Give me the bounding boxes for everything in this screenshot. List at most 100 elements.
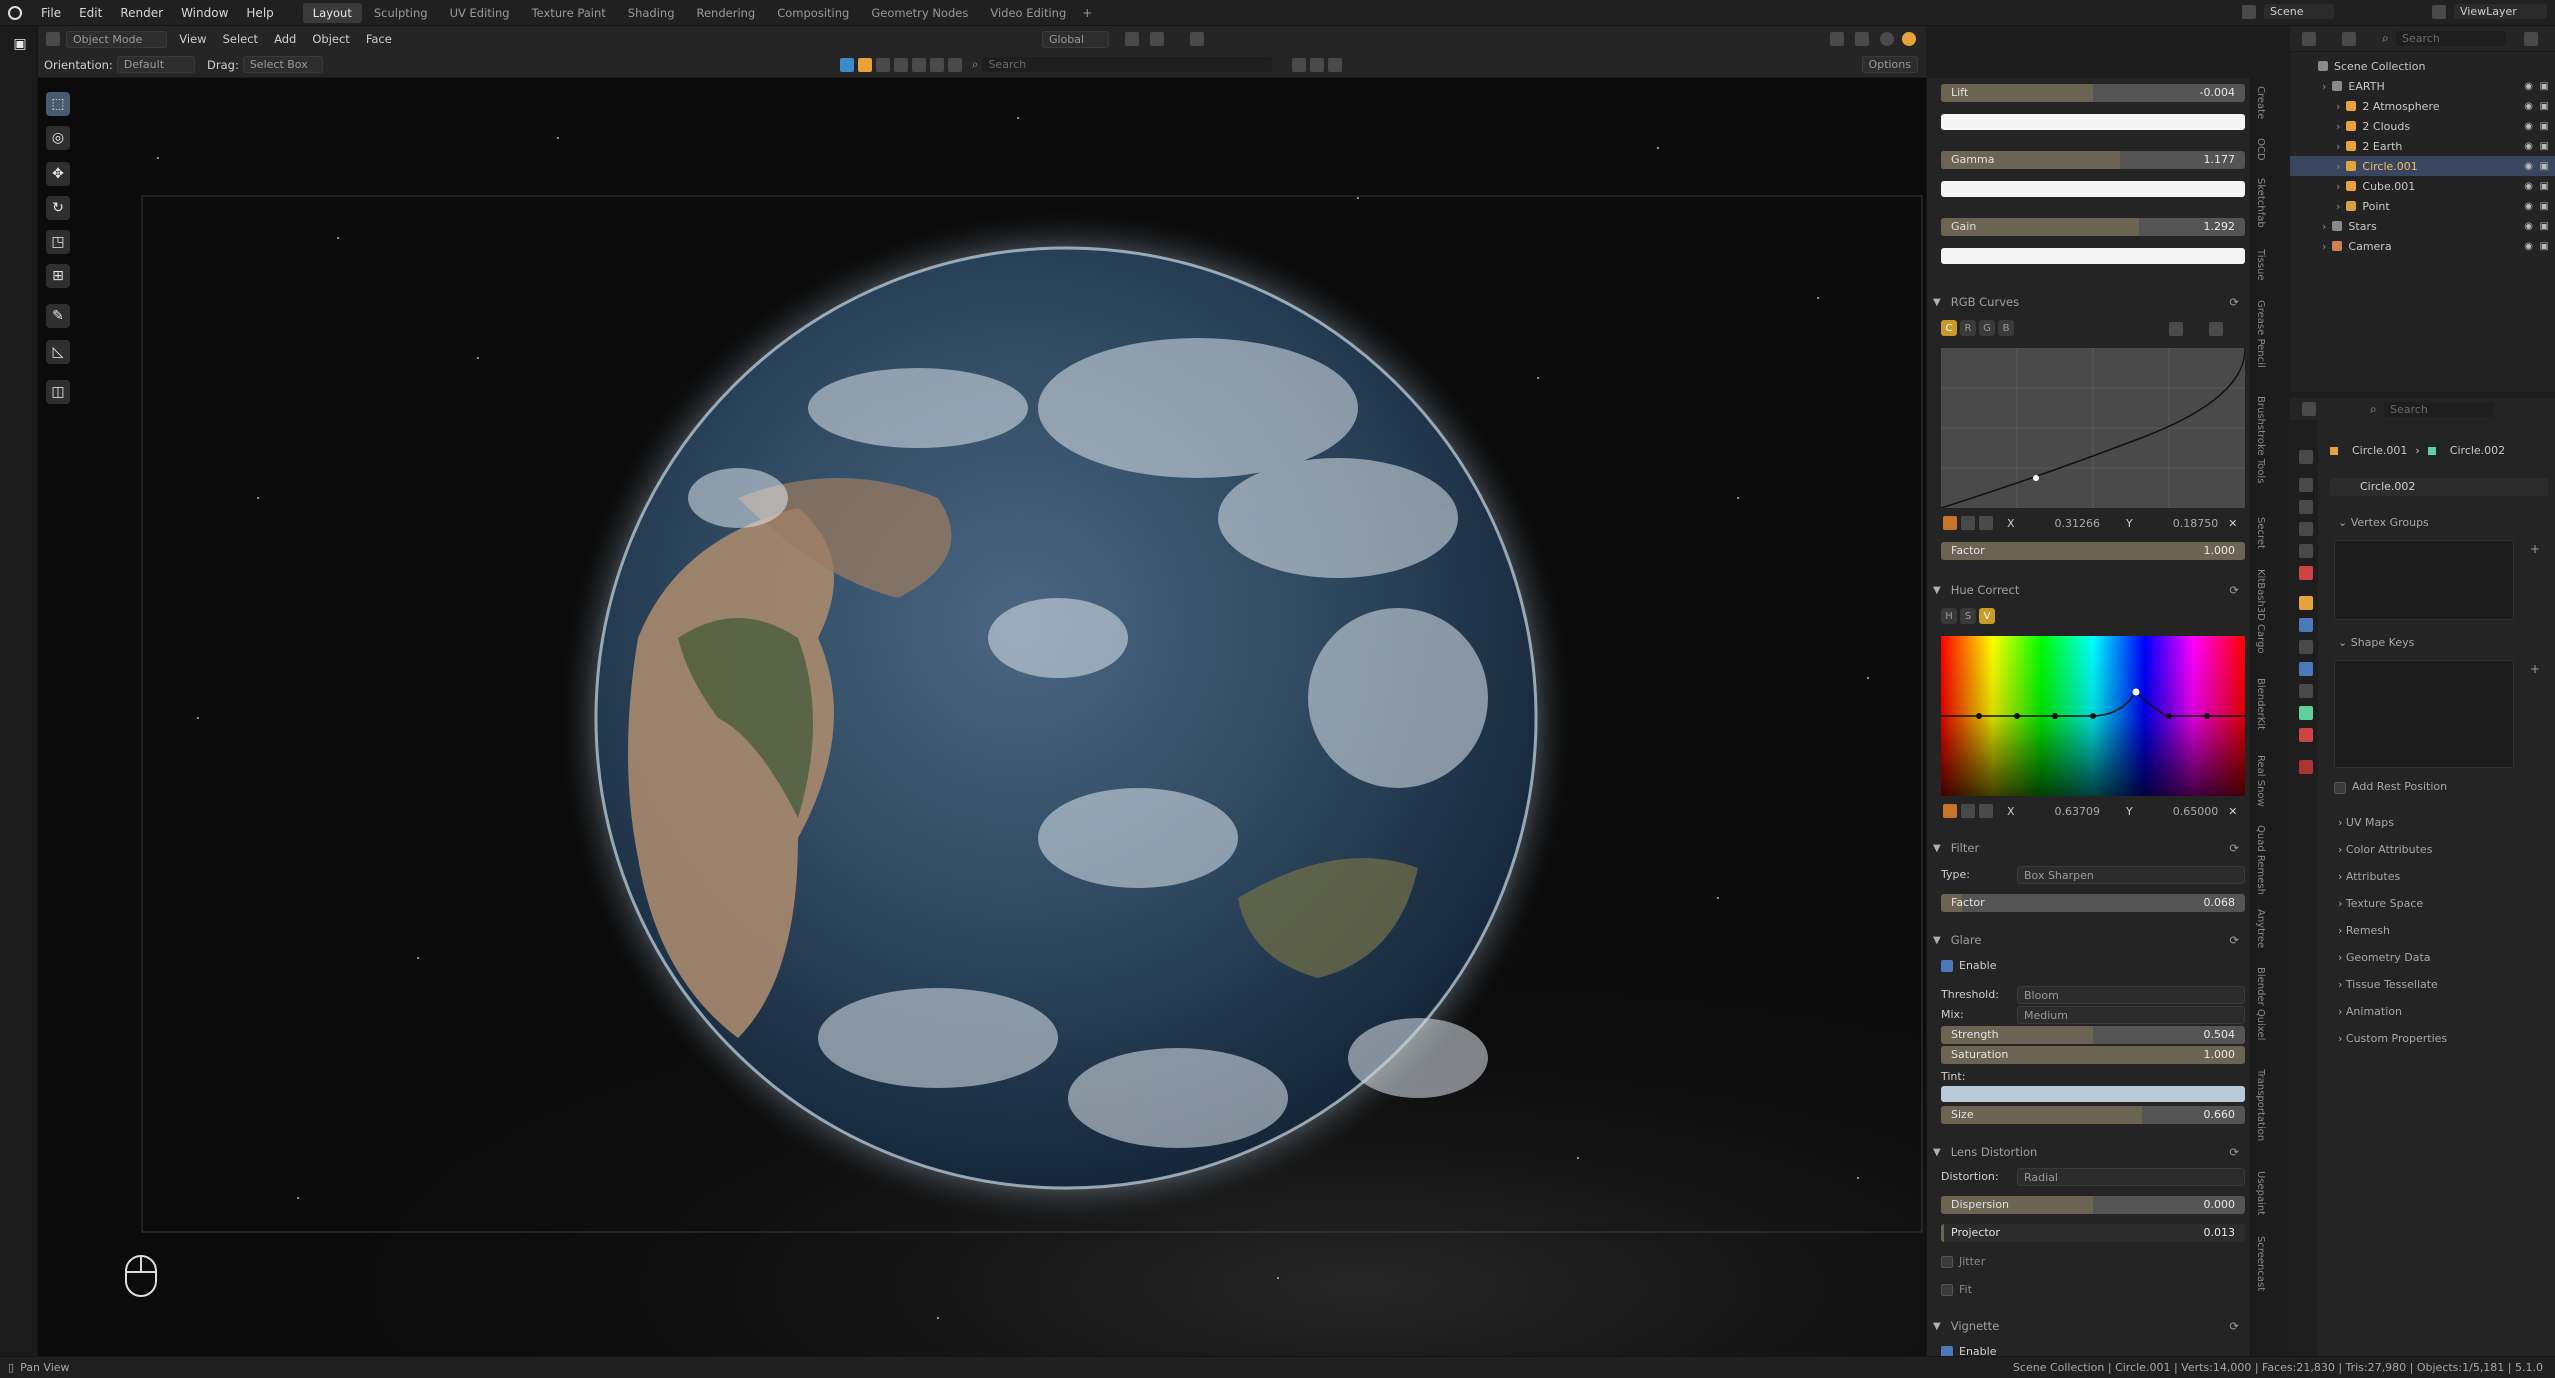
filter-icon[interactable]: [876, 57, 890, 72]
view-layer-tab-icon[interactable]: [2299, 522, 2313, 536]
jitter-checkbox[interactable]: [1941, 1256, 1953, 1268]
property-section-header[interactable]: › Animation: [2338, 1005, 2402, 1018]
channel-button[interactable]: S: [1960, 608, 1976, 624]
filter-type-dropdown[interactable]: Box Sharpen: [2017, 866, 2245, 884]
menu-render[interactable]: Render: [111, 6, 172, 20]
channel-button[interactable]: G: [1979, 320, 1995, 336]
physics-tab-icon[interactable]: [2299, 662, 2313, 676]
filter-header[interactable]: ▼ Filter ⟳: [1933, 838, 2245, 858]
outliner-row[interactable]: › 2 Earth ◉ ▣: [2290, 136, 2555, 156]
channel-button[interactable]: B: [1998, 320, 2014, 336]
handle-auto-clamped-icon[interactable]: [1979, 516, 1993, 530]
workspace-tab[interactable]: UV Editing: [440, 3, 520, 23]
xray-icon[interactable]: [1855, 32, 1869, 46]
output-tab-icon[interactable]: [2299, 500, 2313, 514]
workspace-tab[interactable]: Compositing: [767, 3, 859, 23]
proportional-edit-icon[interactable]: [1190, 32, 1204, 46]
move-tool[interactable]: ✥: [46, 162, 70, 186]
property-section-header[interactable]: › UV Maps: [2338, 816, 2394, 829]
sidebar-tab[interactable]: KitBash3D Cargo: [2255, 569, 2266, 654]
add-rest-position-checkbox[interactable]: [2334, 782, 2346, 794]
viewport-overlay-icon[interactable]: [1830, 32, 1844, 46]
drag-dropdown[interactable]: Select Box: [242, 56, 323, 73]
property-section-header[interactable]: › Attributes: [2338, 870, 2400, 883]
mode-dropdown[interactable]: Object Mode: [66, 30, 168, 48]
camera-render-icon[interactable]: ▣: [2540, 141, 2549, 152]
property-section-header[interactable]: › Geometry Data: [2338, 951, 2431, 964]
glare-enable-checkbox[interactable]: [1941, 960, 1953, 972]
camera-render-icon[interactable]: ▣: [2540, 121, 2549, 132]
filter-factor-slider[interactable]: Factor 0.068: [1941, 894, 2245, 912]
add-workspace-button[interactable]: +: [1082, 6, 1092, 20]
shield-icon[interactable]: [1328, 57, 1343, 72]
outliner-row[interactable]: › Cube.001 ◉ ▣: [2290, 176, 2555, 196]
viewport-menu-item[interactable]: View: [171, 32, 214, 46]
refresh-icon[interactable]: ⟳: [2229, 1145, 2239, 1159]
hue-selected-point[interactable]: [2132, 688, 2140, 696]
annotate-tool[interactable]: ✎: [46, 304, 70, 328]
workspace-tab[interactable]: Rendering: [687, 3, 766, 23]
scene-collection-row[interactable]: Scene Collection: [2290, 56, 2555, 76]
snap-icon[interactable]: [1150, 32, 1164, 46]
lift-slider[interactable]: Lift -0.004: [1941, 84, 2245, 102]
vertex-groups-header[interactable]: ⌄ Vertex Groups: [2338, 516, 2429, 529]
particles-tab-icon[interactable]: [2299, 640, 2313, 654]
eye-icon[interactable]: ◉: [2524, 181, 2533, 192]
sidebar-tab[interactable]: Transportation: [2255, 1069, 2266, 1141]
sidebar-tab[interactable]: Usepaint: [2255, 1171, 2266, 1215]
eye-icon[interactable]: ◉: [2524, 161, 2533, 172]
shape-keys-list[interactable]: [2334, 660, 2514, 768]
refresh-icon[interactable]: ⟳: [2229, 841, 2239, 855]
eye-icon[interactable]: ◉: [2524, 221, 2533, 232]
delete-point-icon[interactable]: ✕: [2228, 805, 2237, 818]
handle-vector-icon[interactable]: [1961, 804, 1975, 818]
camera-render-icon[interactable]: ▣: [2540, 201, 2549, 212]
pivot-icon[interactable]: [1125, 32, 1139, 46]
filter-icon[interactable]: [930, 57, 944, 72]
camera-render-icon[interactable]: ▣: [2540, 101, 2549, 112]
eye-icon[interactable]: ◉: [2524, 241, 2533, 252]
view-layer-name[interactable]: ViewLayer: [2454, 4, 2547, 19]
rgb-factor-slider[interactable]: Factor 1.000: [1941, 542, 2245, 560]
sidebar-tab[interactable]: Blender Quixel: [2255, 967, 2266, 1040]
sidebar-tab[interactable]: Real Snow: [2255, 755, 2266, 807]
size-slider[interactable]: Size 0.660: [1941, 1106, 2245, 1124]
sidebar-tab[interactable]: Tissue: [2255, 249, 2266, 281]
property-section-header[interactable]: › Custom Properties: [2338, 1032, 2447, 1045]
dispersion-slider[interactable]: Dispersion 0.000: [1941, 1196, 2245, 1214]
menu-help[interactable]: Help: [237, 6, 282, 20]
property-section-header[interactable]: › Color Attributes: [2338, 843, 2432, 856]
y-value[interactable]: 0.18750: [2173, 517, 2219, 530]
gamma-slider[interactable]: Gamma 1.177: [1941, 151, 2245, 169]
sidebar-tab[interactable]: Anytree: [2255, 909, 2266, 948]
y-value[interactable]: 0.65000: [2173, 805, 2219, 818]
chevron-right-icon[interactable]: ›: [2336, 180, 2340, 193]
saturation-slider[interactable]: Saturation 1.000: [1941, 1046, 2245, 1064]
rotate-tool[interactable]: ↻: [46, 196, 70, 220]
handle-vector-icon[interactable]: [1961, 516, 1975, 530]
chevron-right-icon[interactable]: ›: [2322, 80, 2326, 93]
transform-tool[interactable]: ⊞: [46, 264, 70, 288]
display-mode-icon[interactable]: [2342, 32, 2356, 46]
gain-slider[interactable]: Gain 1.292: [1941, 218, 2245, 236]
orientation-dropdown[interactable]: Default: [116, 56, 196, 73]
workspace-tab[interactable]: Video Editing: [980, 3, 1076, 23]
chevron-right-icon[interactable]: ›: [2322, 220, 2326, 233]
add-cube-tool[interactable]: ◫: [46, 380, 70, 404]
viewport-menu-item[interactable]: Object: [304, 32, 357, 46]
sidebar-tab[interactable]: BlenderKit: [2255, 678, 2266, 730]
threshold-dropdown[interactable]: Bloom: [2017, 986, 2245, 1004]
hue-correct-graph[interactable]: [1941, 636, 2245, 796]
handle-auto-icon[interactable]: [1943, 804, 1957, 818]
vignette-header[interactable]: ▼ Vignette ⟳: [1933, 1316, 2245, 1336]
select-box-tool[interactable]: ⬚: [46, 92, 70, 116]
outliner-row[interactable]: › 2 Clouds ◉ ▣: [2290, 116, 2555, 136]
shading-rendered-icon[interactable]: [1902, 32, 1916, 46]
curve-point[interactable]: [2033, 475, 2039, 481]
editor-type-icon[interactable]: ▣: [8, 32, 32, 56]
eye-icon[interactable]: ◉: [2524, 101, 2533, 112]
object-tab-icon[interactable]: [2299, 596, 2313, 610]
shape-keys-header[interactable]: ⌄ Shape Keys: [2338, 636, 2414, 649]
cursor-tool[interactable]: ◎: [46, 126, 70, 150]
header-search-input[interactable]: Search: [982, 57, 1273, 72]
